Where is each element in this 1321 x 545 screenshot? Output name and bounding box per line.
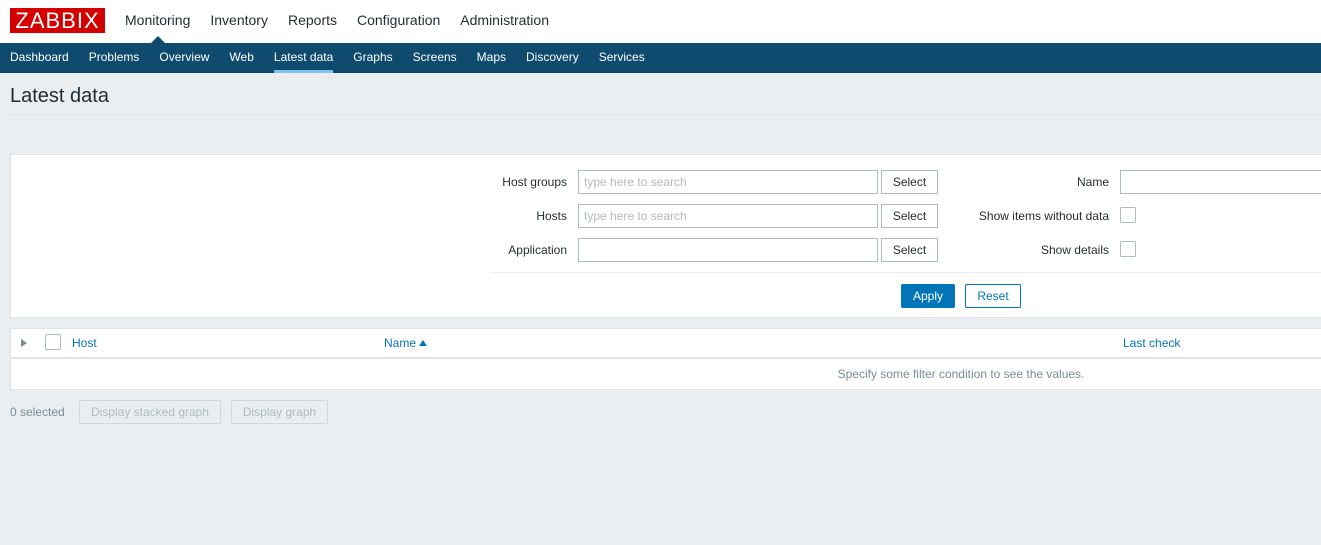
application-label: Application — [508, 243, 567, 257]
page-title: Latest data — [10, 85, 109, 107]
sub-nav-maps[interactable]: Maps — [467, 43, 516, 73]
empty-table-message: Specify some filter condition to see the… — [837, 367, 1085, 381]
name-input[interactable] — [1120, 170, 1321, 194]
main-nav: Monitoring Inventory Reports Configurati… — [115, 0, 559, 43]
main-nav-label: Monitoring — [125, 12, 191, 28]
hosts-input[interactable]: type here to search — [578, 204, 878, 228]
main-nav-monitoring[interactable]: Monitoring — [115, 0, 200, 43]
show-details-label: Show details — [1040, 243, 1109, 257]
filter-panel: Host groups type here to search Select H… — [10, 154, 1321, 318]
reset-button[interactable]: Reset — [965, 284, 1021, 308]
sub-nav-discovery[interactable]: Discovery — [516, 43, 589, 73]
host-groups-select-button[interactable]: Select — [881, 170, 938, 194]
host-groups-label: Host groups — [502, 175, 567, 189]
main-nav-label: Administration — [460, 12, 549, 28]
sub-nav-web[interactable]: Web — [219, 43, 263, 73]
display-stacked-graph-button[interactable]: Display stacked graph — [79, 400, 221, 424]
expand-all-icon[interactable] — [21, 339, 27, 347]
apply-button[interactable]: Apply — [901, 284, 955, 308]
main-nav-administration[interactable]: Administration — [450, 0, 559, 43]
column-header-name[interactable]: Name — [384, 336, 428, 350]
sub-nav-dashboard[interactable]: Dashboard — [0, 43, 79, 73]
active-indicator — [150, 36, 165, 43]
main-nav-configuration[interactable]: Configuration — [347, 0, 450, 43]
column-header-name-label: Name — [384, 336, 417, 350]
show-details-checkbox[interactable] — [1120, 241, 1136, 257]
filter-divider — [492, 272, 1321, 273]
sub-nav: Dashboard Problems Overview Web Latest d… — [0, 43, 1321, 73]
sub-nav-problems[interactable]: Problems — [79, 43, 150, 73]
application-input[interactable] — [578, 238, 878, 262]
zabbix-logo[interactable]: ZABBIX — [10, 8, 105, 33]
sub-nav-latest-data[interactable]: Latest data — [264, 43, 343, 73]
latest-data-table: Host Name Last check Specify some filter… — [10, 328, 1321, 390]
top-header: ZABBIX Monitoring Inventory Reports Conf… — [0, 0, 1321, 43]
hosts-label: Hosts — [536, 209, 567, 223]
column-header-last-check[interactable]: Last check — [1123, 336, 1180, 350]
table-header: Host Name Last check — [11, 329, 1321, 359]
column-header-host[interactable]: Host — [72, 336, 97, 350]
main-nav-label: Configuration — [357, 12, 441, 28]
hosts-select-button[interactable]: Select — [881, 204, 938, 228]
host-groups-input[interactable]: type here to search — [578, 170, 878, 194]
main-nav-inventory[interactable]: Inventory — [200, 0, 278, 43]
show-items-without-data-checkbox[interactable] — [1120, 207, 1136, 223]
selected-count: 0 selected — [10, 405, 65, 419]
display-graph-button[interactable]: Display graph — [231, 400, 328, 424]
main-nav-reports[interactable]: Reports — [278, 0, 347, 43]
sub-nav-services[interactable]: Services — [589, 43, 655, 73]
show-items-without-data-label: Show items without data — [978, 209, 1109, 223]
name-label: Name — [1076, 175, 1109, 189]
title-divider — [10, 114, 1321, 115]
sub-nav-overview[interactable]: Overview — [149, 43, 219, 73]
main-nav-label: Inventory — [210, 12, 268, 28]
sub-nav-screens[interactable]: Screens — [403, 43, 467, 73]
sort-ascending-icon — [419, 340, 428, 346]
sub-nav-graphs[interactable]: Graphs — [343, 43, 402, 73]
main-nav-label: Reports — [287, 12, 337, 28]
select-all-checkbox[interactable] — [45, 334, 61, 350]
application-select-button[interactable]: Select — [881, 238, 938, 262]
